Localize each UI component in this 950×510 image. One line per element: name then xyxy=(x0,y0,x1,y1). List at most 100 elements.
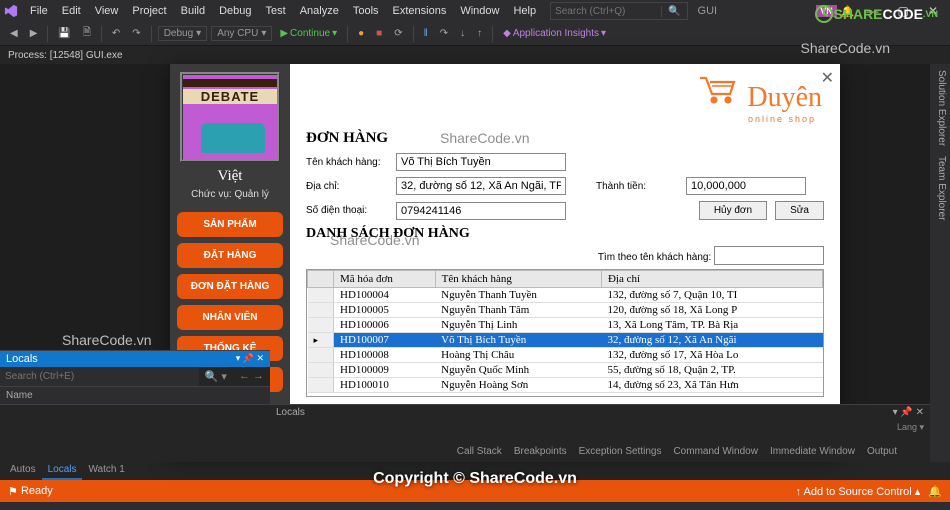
table-row[interactable]: HD100010Nguyễn Hoàng Sơn14, đường số 23,… xyxy=(308,378,823,393)
edit-order-button[interactable]: Sửa xyxy=(775,201,824,220)
nav-staff[interactable]: NHÂN VIÊN xyxy=(177,305,283,330)
process-bar: Process: [12548] GUI.exe xyxy=(0,46,950,64)
stop-icon[interactable]: ■ xyxy=(372,26,386,41)
user-photo: DEBATE xyxy=(180,72,280,162)
menu-help[interactable]: Help xyxy=(507,2,542,20)
poster-title: DEBATE xyxy=(183,89,277,104)
add-source-control[interactable]: ↑ Add to Source Control ▴ xyxy=(796,485,921,498)
solution-explorer-tab[interactable]: Solution Explorer xyxy=(933,70,947,146)
app-main: Duyên online shop ĐƠN HÀNG Tên khách hàn… xyxy=(290,64,840,454)
table-row[interactable]: HD100007Võ Thị Bích Tuyền32, đường số 12… xyxy=(308,333,823,348)
section-list-title: DANH SÁCH ĐƠN HÀNG xyxy=(306,226,824,242)
cancel-order-button[interactable]: Hủy đơn xyxy=(699,201,767,220)
nav-fwd-icon[interactable]: ▶ xyxy=(26,26,42,41)
step-out-icon[interactable]: ↑ xyxy=(473,26,486,41)
titlebar: File Edit View Project Build Debug Test … xyxy=(0,0,950,22)
status-ready: Ready xyxy=(21,485,53,497)
search-icon[interactable]: 🔍 xyxy=(661,6,686,17)
col-id[interactable]: Mã hóa đơn xyxy=(334,271,436,288)
input-address[interactable] xyxy=(396,177,566,195)
input-customer[interactable] xyxy=(396,153,566,171)
menu-view[interactable]: View xyxy=(89,2,125,20)
menu-window[interactable]: Window xyxy=(454,2,505,20)
statusbar: ⚑ Ready ↑ Add to Source Control ▴ 🔔 xyxy=(0,480,950,502)
process-value: [12548] GUI.exe xyxy=(50,50,123,61)
tab-callstack[interactable]: Call Stack xyxy=(452,446,507,460)
nav-order[interactable]: ĐẶT HÀNG xyxy=(177,243,283,268)
locals-col-name: Name xyxy=(0,387,270,405)
platform-dropdown[interactable]: Any CPU ▾ xyxy=(211,26,272,41)
locals-search-input[interactable] xyxy=(0,367,199,386)
menu-tools[interactable]: Tools xyxy=(347,2,385,20)
table-row[interactable]: HD100005Nguyễn Thanh Tâm120, đường số 18… xyxy=(308,303,823,318)
input-phone[interactable] xyxy=(396,202,566,220)
app-insights-button[interactable]: ◆ Application Insights ▾ xyxy=(499,26,610,41)
editor-area: Solution Explorer Team Explorer ✕ DEBATE… xyxy=(0,64,950,462)
tab-watch1[interactable]: Watch 1 xyxy=(82,462,130,480)
nav-back-icon[interactable]: ◀ xyxy=(6,26,22,41)
orders-grid[interactable]: Mã hóa đơn Tên khách hàng Địa chỉ HD1000… xyxy=(306,269,824,397)
menu-file[interactable]: File xyxy=(24,2,54,20)
nav-orders[interactable]: ĐƠN ĐẶT HÀNG xyxy=(177,274,283,299)
right-rail: Solution Explorer Team Explorer xyxy=(930,64,950,462)
label-customer: Tên khách hàng: xyxy=(306,157,396,168)
tab-immediate[interactable]: Immediate Window xyxy=(765,446,860,460)
ide-search-input[interactable] xyxy=(551,6,661,17)
save-icon[interactable]: 💾 xyxy=(54,26,74,41)
continue-button[interactable]: ▶ Continue ▾ xyxy=(276,26,341,41)
col-name[interactable]: Tên khách hàng xyxy=(435,271,601,288)
search-depth-icon[interactable]: 🔍 ▾ xyxy=(199,367,233,386)
ide-search[interactable]: 🔍 xyxy=(550,2,687,20)
user-name: Việt xyxy=(218,168,243,185)
nav-products[interactable]: SẢN PHẨM xyxy=(177,212,283,237)
table-row[interactable]: HD100004Nguyễn Thanh Tuyền132, đường số … xyxy=(308,288,823,303)
menu-debug[interactable]: Debug xyxy=(213,2,257,20)
locals-title: Locals xyxy=(6,353,38,365)
menu-project[interactable]: Project xyxy=(126,2,172,20)
step-over-icon[interactable]: ↷ xyxy=(436,26,452,41)
redo-icon[interactable]: ↷ xyxy=(128,26,144,41)
label-address: Địa chỉ: xyxy=(306,181,396,192)
menu-build[interactable]: Build xyxy=(175,2,211,20)
tab-locals[interactable]: Locals xyxy=(42,462,83,480)
toolbar: ◀ ▶ 💾 🗎 ↶ ↷ Debug ▾ Any CPU ▾ ▶ Continue… xyxy=(0,22,950,46)
pause-icon[interactable]: ‖ xyxy=(420,26,432,41)
tab-output[interactable]: Output xyxy=(862,446,902,460)
tab-command[interactable]: Command Window xyxy=(668,446,762,460)
app-logo: Duyên online shop xyxy=(696,72,822,124)
notifications-status-icon[interactable]: 🔔 xyxy=(928,485,942,498)
input-search-customer[interactable] xyxy=(714,246,824,265)
col-addr[interactable]: Địa chỉ xyxy=(601,271,822,288)
label-search: Tìm theo tên khách hàng: xyxy=(598,252,711,263)
break-icon[interactable]: ● xyxy=(354,26,368,41)
menu-test[interactable]: Test xyxy=(260,2,292,20)
pin-icon[interactable]: ▾ 📌 ✕ xyxy=(236,353,264,365)
vs-logo-icon xyxy=(4,4,18,18)
restart-icon[interactable]: ⟳ xyxy=(390,26,406,41)
section-order-title: ĐƠN HÀNG xyxy=(306,130,824,147)
tab-breakpoints[interactable]: Breakpoints xyxy=(509,446,572,460)
input-total[interactable] xyxy=(686,177,806,195)
menu-analyze[interactable]: Analyze xyxy=(294,2,345,20)
menu-extensions[interactable]: Extensions xyxy=(387,2,453,20)
config-dropdown[interactable]: Debug ▾ xyxy=(158,26,208,41)
user-role: Chức vụ: Quản lý xyxy=(191,189,269,200)
menu-edit[interactable]: Edit xyxy=(56,2,87,20)
logo-text: Duyên xyxy=(747,82,822,113)
table-row[interactable]: HD100006Nguyễn Thị Linh13, Xã Long Tâm, … xyxy=(308,318,823,333)
tab-exceptions[interactable]: Exception Settings xyxy=(574,446,667,460)
right-pin-icon[interactable]: ▾ 📌 ✕ xyxy=(893,407,924,418)
team-explorer-tab[interactable]: Team Explorer xyxy=(933,156,947,220)
search-nav-icon[interactable]: ← → xyxy=(233,367,270,386)
lang-label: Lang xyxy=(897,422,917,432)
save-all-icon[interactable]: 🗎 xyxy=(79,23,95,44)
step-into-icon[interactable]: ↓ xyxy=(456,26,469,41)
tab-autos[interactable]: Autos xyxy=(4,462,42,480)
table-row[interactable]: HD100008Hoàng Thị Châu132, đường số 17, … xyxy=(308,348,823,363)
locals-panel: Locals ▾ 📌 ✕ 🔍 ▾ ← → Name xyxy=(0,350,270,462)
process-label: Process: xyxy=(8,50,47,61)
logo-subtitle: online shop xyxy=(696,114,816,124)
table-row[interactable]: HD100009Nguyễn Quốc Minh55, đường số 18,… xyxy=(308,363,823,378)
undo-icon[interactable]: ↶ xyxy=(108,26,124,41)
main-menu: File Edit View Project Build Debug Test … xyxy=(24,2,542,20)
